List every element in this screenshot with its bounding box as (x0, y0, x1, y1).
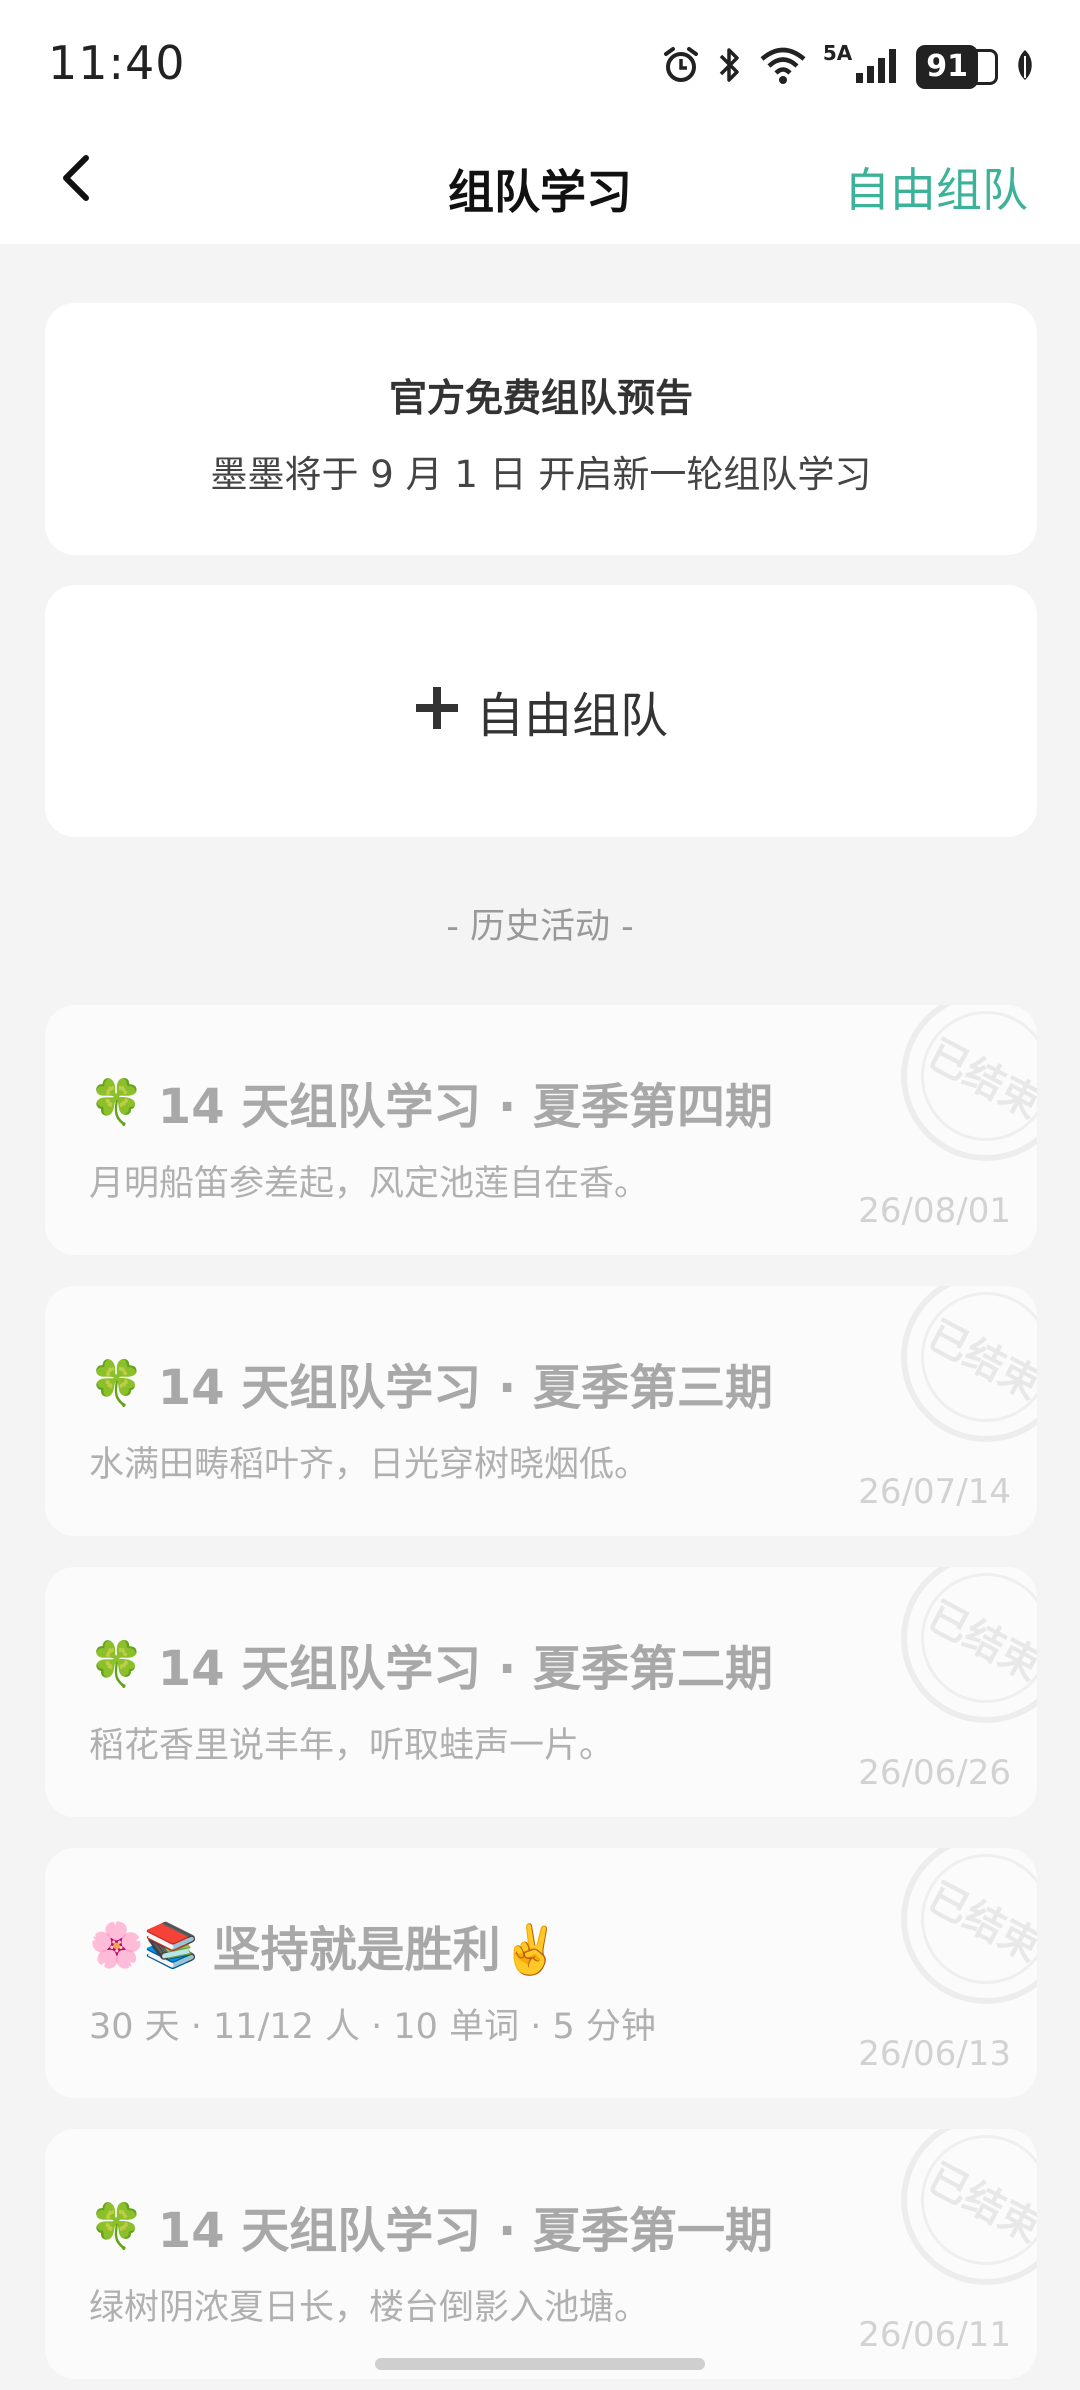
history-item-subtitle: 月明船笛参差起，风定池莲自在香。 (89, 1164, 650, 1204)
history-item-title-row: 🍀 14 天组队学习 · 夏季第二期 (89, 1629, 773, 1699)
navigation-bar: 组队学习 自由组队 (0, 130, 1080, 244)
ended-stamp-icon: 已结束 (898, 2129, 1037, 2288)
history-item[interactable]: 🍀 14 天组队学习 · 夏季第一期 绿树阴浓夏日长，楼台倒影入池塘。 26/0… (45, 2129, 1037, 2379)
battery-tail (976, 49, 998, 85)
bluetooth-icon (717, 45, 743, 89)
clover-icon: 🍀 (89, 1358, 144, 1409)
ended-stamp-text: 已结束 (898, 2129, 1037, 2288)
history-item-title: 14 天组队学习 · 夏季第四期 (157, 1079, 773, 1135)
ended-stamp-icon: 已结束 (898, 1005, 1037, 1164)
status-time: 11:40 (48, 36, 186, 90)
leaf-icon (1014, 48, 1036, 86)
ended-stamp-text: 已结束 (898, 1005, 1037, 1164)
history-item-title: 14 天组队学习 · 夏季第三期 (157, 1360, 773, 1416)
history-item[interactable]: 🍀 14 天组队学习 · 夏季第三期 水满田畴稻叶齐，日光穿树晓烟低。 26/0… (45, 1286, 1037, 1536)
history-item[interactable]: 🍀 14 天组队学习 · 夏季第四期 月明船笛参差起，风定池莲自在香。 26/0… (45, 1005, 1037, 1255)
free-team-label: 自由组队 (475, 688, 668, 744)
flower-books-icon: 🌸📚 (89, 1920, 199, 1971)
signal-icon (854, 45, 900, 89)
history-item-date: 26/06/26 (858, 1753, 1011, 1793)
ended-stamp-text: 已结束 (898, 1848, 1037, 2007)
clover-icon: 🍀 (89, 2201, 144, 2252)
history-item-date: 26/06/13 (858, 2034, 1011, 2074)
clover-icon: 🍀 (89, 1639, 144, 1690)
history-item-subtitle: 30 天 · 11/12 人 · 10 单词 · 5 分钟 (89, 2007, 656, 2047)
free-team-nav-button[interactable]: 自由组队 (844, 154, 1028, 220)
history-item-title-row: 🍀 14 天组队学习 · 夏季第三期 (89, 1348, 773, 1418)
history-item-title-row: 🍀 14 天组队学习 · 夏季第四期 (89, 1067, 773, 1137)
announcement-title: 官方免费组队预告 (388, 376, 693, 420)
history-item-subtitle: 绿树阴浓夏日长，楼台倒影入池塘。 (89, 2288, 650, 2328)
history-item-date: 26/08/01 (858, 1191, 1011, 1231)
home-indicator[interactable] (375, 2358, 705, 2370)
history-item[interactable]: 🌸📚 坚持就是胜利✌️ 30 天 · 11/12 人 · 10 单词 · 5 分… (45, 1848, 1037, 2098)
official-team-announcement-card: 官方免费组队预告 墨墨将于 9 月 1 日 开启新一轮组队学习 (45, 303, 1037, 555)
status-icons: 5A 91 (661, 40, 1036, 94)
ended-stamp-icon: 已结束 (898, 1567, 1037, 1726)
history-item-date: 26/07/14 (858, 1472, 1011, 1512)
ended-stamp-icon: 已结束 (898, 1286, 1037, 1445)
status-bar: 11:40 5A 91 (0, 0, 1080, 130)
battery-level: 91 (916, 45, 978, 89)
history-section-label: - 历史活动 - (446, 907, 634, 947)
wifi-icon (759, 45, 807, 89)
history-item-title-row: 🌸📚 坚持就是胜利✌️ (89, 1910, 560, 1980)
history-item-subtitle: 水满田畴稻叶齐，日光穿树晓烟低。 (89, 1445, 650, 1485)
network-type-label: 5A (822, 41, 853, 65)
history-item-subtitle: 稻花香里说丰年，听取蛙声一片。 (89, 1726, 615, 1766)
battery-icon: 91 (916, 45, 998, 89)
ended-stamp-text: 已结束 (898, 1286, 1037, 1445)
history-item-title: 坚持就是胜利✌️ (212, 1922, 561, 1978)
announcement-subtitle: 墨墨将于 9 月 1 日 开启新一轮组队学习 (210, 453, 872, 496)
ended-stamp-icon: 已结束 (898, 1848, 1037, 2007)
history-item-title: 14 天组队学习 · 夏季第一期 (157, 2203, 773, 2259)
history-item-title-row: 🍀 14 天组队学习 · 夏季第一期 (89, 2191, 773, 2261)
history-item[interactable]: 🍀 14 天组队学习 · 夏季第二期 稻花香里说丰年，听取蛙声一片。 26/06… (45, 1567, 1037, 1817)
history-item-date: 26/06/11 (858, 2315, 1011, 2355)
alarm-icon (661, 45, 701, 89)
create-free-team-button[interactable]: 自由组队 (45, 585, 1037, 837)
plus-icon (414, 675, 460, 743)
ended-stamp-text: 已结束 (898, 1567, 1037, 1726)
history-item-title: 14 天组队学习 · 夏季第二期 (157, 1641, 773, 1697)
clover-icon: 🍀 (89, 1077, 144, 1128)
